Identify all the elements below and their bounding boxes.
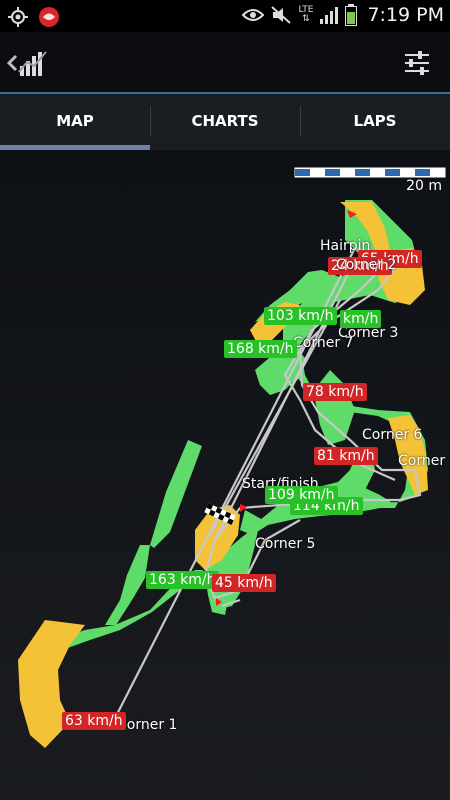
back-button[interactable] — [6, 46, 52, 80]
tab-charts[interactable]: CHARTS — [150, 94, 300, 150]
corner-label-corner5: Corner 5 — [255, 536, 316, 552]
chevron-left-icon — [6, 54, 18, 72]
corner-label-corner-partial: Corner — [398, 453, 446, 469]
scale-label: 20 m — [406, 178, 442, 194]
track-map[interactable]: 20 m Hairpin Corner 3 Corner 7 Corner 6 … — [0, 150, 450, 800]
status-left — [8, 6, 60, 28]
speed-label: 103 km/h — [264, 307, 337, 325]
app-icon — [39, 7, 59, 27]
signal-icon — [320, 7, 339, 24]
speed-label: 81 km/h — [314, 447, 378, 465]
speed-label: 45 km/h — [212, 574, 276, 592]
status-bar: LTE ⇅ 7:19 PM — [0, 0, 450, 32]
speed-label: km/h — [340, 310, 382, 328]
clock: 7:19 PM — [367, 4, 444, 26]
eye-icon — [242, 9, 265, 21]
track-drawing — [18, 167, 446, 748]
status-right: LTE ⇅ 7:19 PM — [242, 4, 444, 26]
corner-label-corner7: Corner 7 — [293, 335, 354, 351]
settings-button[interactable] — [402, 48, 432, 78]
app-bar — [0, 32, 450, 92]
speed-label: 78 km/h — [303, 383, 367, 401]
speed-label: 163 km/h — [146, 571, 219, 589]
chart-logo-icon — [18, 51, 47, 76]
tab-laps[interactable]: LAPS — [300, 94, 450, 150]
speed-label: 168 km/h — [224, 340, 297, 358]
corner-label-corner6: Corner 6 — [362, 427, 423, 443]
corner-label-corner2: Corner 2 — [336, 257, 397, 273]
sliders-icon — [405, 51, 429, 75]
network-type: LTE ⇅ — [298, 5, 314, 24]
tab-bar: MAP CHARTS LAPS — [0, 94, 450, 150]
speed-label: 109 km/h — [265, 486, 338, 504]
scale-bar — [294, 167, 446, 178]
gps-icon — [8, 7, 28, 27]
corner-label-corner1: Corner 1 — [117, 717, 178, 733]
battery-icon — [345, 4, 358, 26]
tab-map[interactable]: MAP — [0, 94, 150, 150]
speed-label: 63 km/h — [62, 712, 126, 730]
mute-icon — [271, 6, 292, 24]
